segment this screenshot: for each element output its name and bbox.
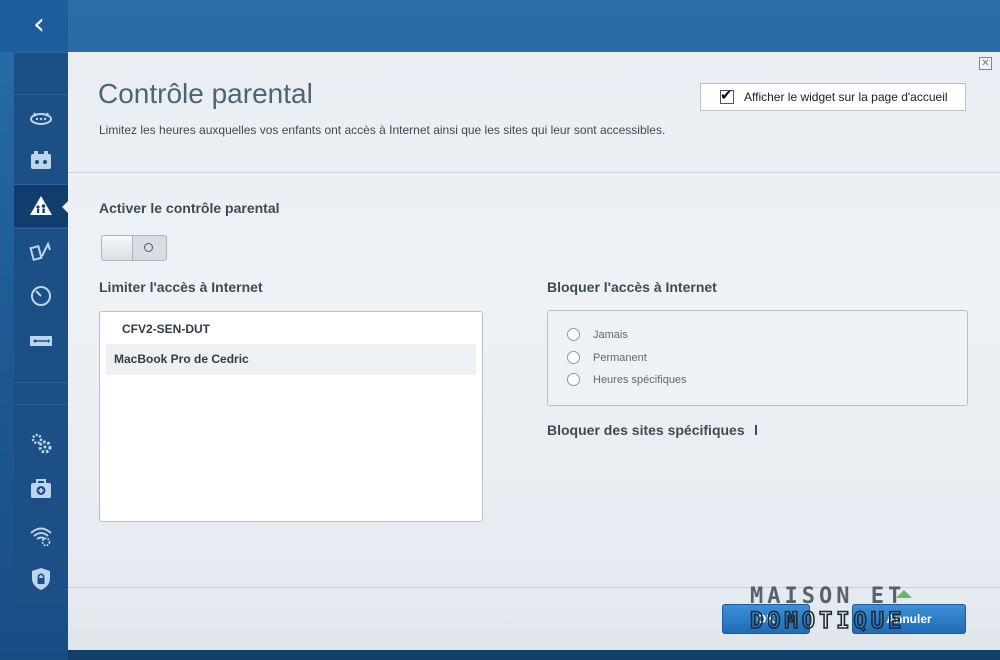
block-access-label: Bloquer l'accès à Internet xyxy=(547,279,717,295)
sidebar xyxy=(14,52,69,603)
sidebar-divider xyxy=(14,94,68,95)
radio-option-permanent[interactable]: Permanent xyxy=(567,351,647,364)
radio-button[interactable] xyxy=(567,373,580,386)
show-widget-checkbox[interactable]: ✔ xyxy=(720,86,734,104)
sidebar-item-router[interactable] xyxy=(14,96,68,138)
toggle-knob xyxy=(102,236,133,260)
parental-control-panel: ✕ Contrôle parental Limitez les heures a… xyxy=(68,52,1000,651)
sidebar-item-media-priority[interactable] xyxy=(14,230,68,272)
block-sites-row: Bloquer des sites spécifiques xyxy=(547,422,757,438)
check-icon: ✔ xyxy=(720,86,733,104)
media-priority-icon xyxy=(29,241,51,262)
device-item-selected[interactable]: MacBook Pro de Cedric xyxy=(106,344,476,375)
router-icon xyxy=(30,112,52,125)
block-access-options: Jamais Permanent Heures spécifiques xyxy=(547,310,968,406)
security-icon xyxy=(32,568,50,590)
usb-storage-icon xyxy=(30,336,52,346)
radio-label: Jamais xyxy=(593,328,628,341)
radio-option-never[interactable]: Jamais xyxy=(567,328,628,341)
sidebar-divider xyxy=(14,228,68,229)
page-subtitle: Limitez les heures auxquelles vos enfant… xyxy=(99,123,666,137)
back-area: ‹ xyxy=(0,0,68,52)
enable-label: Activer le contrôle parental xyxy=(99,200,280,216)
sidebar-item-troubleshooting[interactable] xyxy=(14,468,68,510)
toggle-off-icon xyxy=(144,243,153,252)
speed-test-icon xyxy=(31,286,51,306)
troubleshooting-icon xyxy=(31,479,51,498)
device-item[interactable]: CFV2-SEN-DUT xyxy=(106,314,476,345)
maison-et-domotique-watermark: MAISON ET DOMOTIQUE xyxy=(749,584,912,634)
limit-access-label: Limiter l'accès à Internet xyxy=(99,279,263,295)
sidebar-item-devices[interactable] xyxy=(14,140,68,182)
device-list: CFV2-SEN-DUT MacBook Pro de Cedric xyxy=(99,311,483,522)
radio-button[interactable] xyxy=(567,328,580,341)
settings-icon xyxy=(31,433,52,454)
sidebar-divider xyxy=(14,382,68,383)
radio-option-specific-hours[interactable]: Heures spécifiques xyxy=(567,373,687,386)
info-icon[interactable] xyxy=(754,425,757,435)
page-title: Contrôle parental xyxy=(98,78,313,109)
sidebar-item-speed-test[interactable] xyxy=(14,275,68,317)
show-widget-label: Afficher le widget sur la page d'accueil xyxy=(744,90,948,104)
bottom-strip xyxy=(68,650,1000,660)
show-widget-option[interactable]: ✔ Afficher le widget sur la page d'accue… xyxy=(700,83,966,111)
sidebar-item-security[interactable] xyxy=(14,558,68,600)
back-chevron-icon[interactable]: ‹ xyxy=(24,10,54,40)
sidebar-item-wireless[interactable] xyxy=(14,514,68,556)
devices-icon xyxy=(31,151,51,169)
radio-label: Heures spécifiques xyxy=(593,373,687,386)
panel-header: ✕ Contrôle parental Limitez les heures a… xyxy=(68,52,1000,173)
watermark-line2: DOMOTIQUE xyxy=(750,609,905,634)
close-icon[interactable]: ✕ xyxy=(979,57,992,70)
sidebar-divider xyxy=(14,404,68,405)
sidebar-divider xyxy=(14,52,68,53)
parental-control-icon xyxy=(30,196,52,215)
sidebar-item-parental-control[interactable] xyxy=(14,185,68,227)
wireless-icon xyxy=(30,527,52,547)
watermark-line1: MAISON ET xyxy=(750,584,905,609)
sidebar-item-settings[interactable] xyxy=(14,422,68,464)
block-sites-label: Bloquer des sites spécifiques xyxy=(547,422,745,438)
sidebar-item-usb-storage[interactable] xyxy=(14,320,68,362)
enable-parental-toggle[interactable] xyxy=(101,235,167,261)
radio-button[interactable] xyxy=(567,351,580,364)
radio-label: Permanent xyxy=(593,351,647,364)
